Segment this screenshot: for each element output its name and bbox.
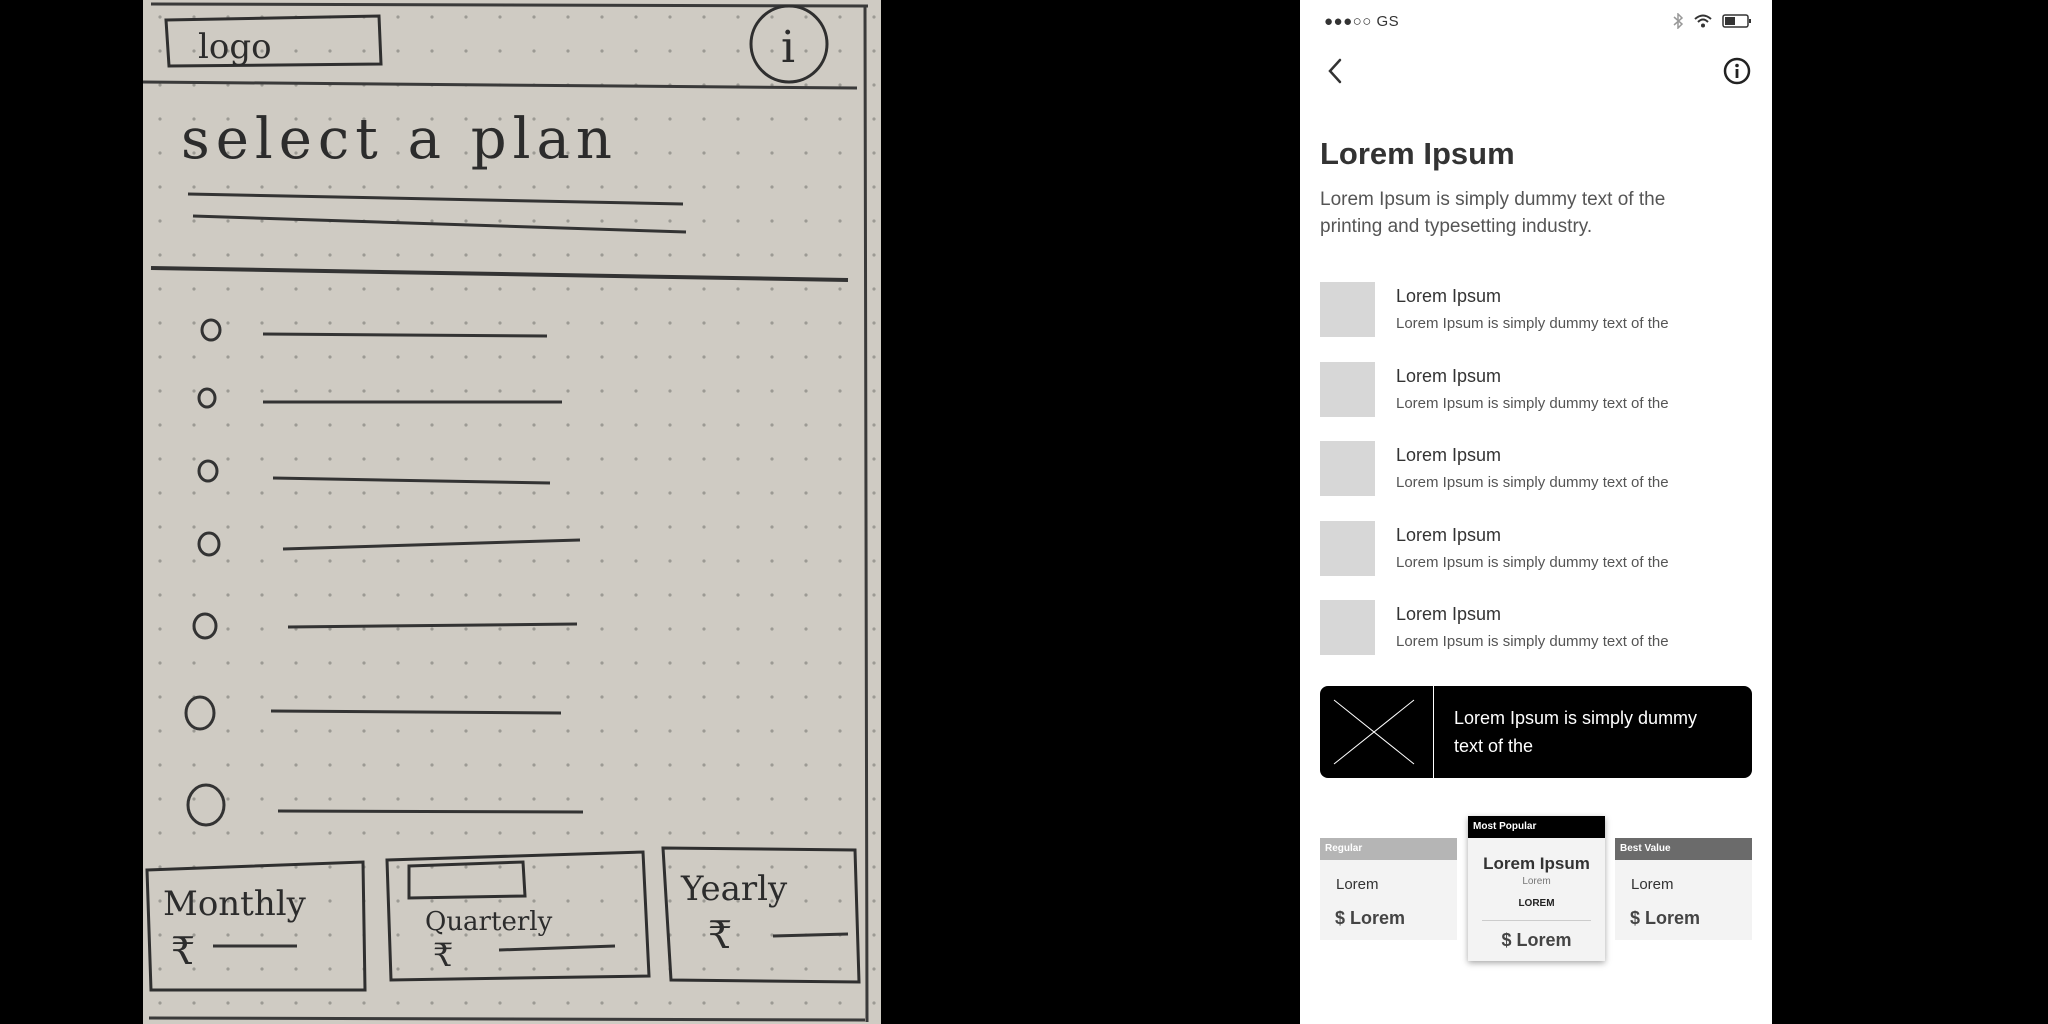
list-item: Lorem Ipsum Lorem Ipsum is simply dummy …: [1320, 520, 1760, 601]
feature-list: Lorem Ipsum Lorem Ipsum is simply dummy …: [1320, 282, 1760, 680]
list-item-title: Lorem Ipsum: [1396, 445, 1502, 465]
bluetooth-icon: [1673, 13, 1684, 29]
plan-price: $ Lorem: [1630, 908, 1701, 928]
svg-text:Monthly: Monthly: [163, 884, 307, 924]
image-placeholder: [1320, 600, 1375, 655]
list-item-description: Lorem Ipsum is simply dummy text of the: [1396, 394, 1669, 412]
status-icons: [1672, 13, 1752, 29]
chevron-left-icon[interactable]: [1322, 56, 1352, 86]
plan-tag: Regular: [1320, 838, 1457, 860]
plan-name: Lorem Ipsum: [1483, 854, 1590, 873]
sketch-drawing: logo i select a plan Monthly ₹ Quarterly…: [143, 0, 881, 1024]
phone-screen: ●●●○○ GS Lorem Ipsum Lorem Ipsum is simp…: [1300, 0, 1772, 1024]
svg-text:Yearly: Yearly: [680, 869, 788, 909]
nav-bar: [1300, 48, 1772, 92]
battery-icon: [1722, 14, 1751, 28]
list-item: Lorem Ipsum Lorem Ipsum is simply dummy …: [1320, 600, 1760, 680]
image-placeholder-icon: [1333, 686, 1434, 778]
status-bar: ●●●○○ GS: [1300, 0, 1772, 44]
carrier-signal: ●●●○○ GS: [1324, 13, 1400, 30]
plan-price: $ Lorem: [1501, 930, 1572, 950]
svg-text:₹: ₹: [708, 913, 732, 957]
image-placeholder: [1320, 361, 1375, 417]
list-item: Lorem Ipsum Lorem Ipsum is simply dummy …: [1320, 282, 1760, 362]
list-item: Lorem Ipsum Lorem Ipsum is simply dummy …: [1320, 361, 1760, 442]
list-item-description: Lorem Ipsum is simply dummy text of the: [1396, 315, 1669, 332]
plan-tag: Best Value: [1615, 838, 1752, 860]
list-item-description: Lorem Ipsum is simply dummy text of the: [1396, 553, 1669, 571]
list-item-description: Lorem Ipsum is simply dummy text of the: [1396, 474, 1669, 491]
list-item: Lorem Ipsum Lorem Ipsum is simply dummy …: [1320, 441, 1760, 521]
plan-name: Lorem: [1631, 876, 1674, 893]
list-item-title: Lorem Ipsum: [1396, 524, 1502, 545]
svg-text:Quarterly: Quarterly: [425, 907, 553, 937]
plan-name: Lorem: [1336, 876, 1379, 893]
image-placeholder: [1320, 520, 1375, 576]
sketch-logo-text: logo: [198, 27, 272, 67]
image-placeholder: [1320, 282, 1375, 337]
svg-text:₹: ₹: [171, 929, 195, 973]
wireframe-sketch: logo i select a plan Monthly ₹ Quarterly…: [143, 0, 881, 1024]
list-item-title: Lorem Ipsum: [1396, 286, 1502, 306]
plan-card-most-popular[interactable]: Most Popular Lorem Ipsum Lorem LOREM $ L…: [1468, 816, 1605, 961]
sketch-info-text: i: [781, 22, 795, 73]
page-title: Lorem Ipsum: [1320, 136, 1515, 171]
plan-card-regular[interactable]: Regular Lorem $ Lorem: [1320, 838, 1457, 940]
sketch-heading: select a plan: [181, 107, 618, 172]
banner-text: Lorem Ipsum is simply dummy text of the: [1454, 708, 1698, 756]
plan-card-best-value[interactable]: Best Value Lorem $ Lorem: [1615, 838, 1752, 940]
promo-banner[interactable]: Lorem Ipsum is simply dummy text of the: [1320, 686, 1752, 778]
info-circle-icon[interactable]: [1722, 56, 1752, 86]
plan-tag: Most Popular: [1468, 816, 1605, 838]
plan-price: $ Lorem: [1335, 908, 1406, 928]
plan-subtitle: Lorem: [1522, 876, 1551, 887]
svg-text:₹: ₹: [433, 936, 453, 974]
list-item-title: Lorem Ipsum: [1396, 604, 1502, 624]
list-item-description: Lorem Ipsum is simply dummy text of the: [1396, 633, 1669, 650]
page-subtitle: Lorem Ipsum is simply dummy text of the …: [1320, 189, 1666, 237]
plan-badge: LOREM: [1518, 898, 1555, 909]
wifi-icon: [1694, 14, 1712, 28]
image-placeholder: [1320, 441, 1375, 496]
list-item-title: Lorem Ipsum: [1396, 365, 1502, 386]
divider: [1482, 920, 1591, 921]
